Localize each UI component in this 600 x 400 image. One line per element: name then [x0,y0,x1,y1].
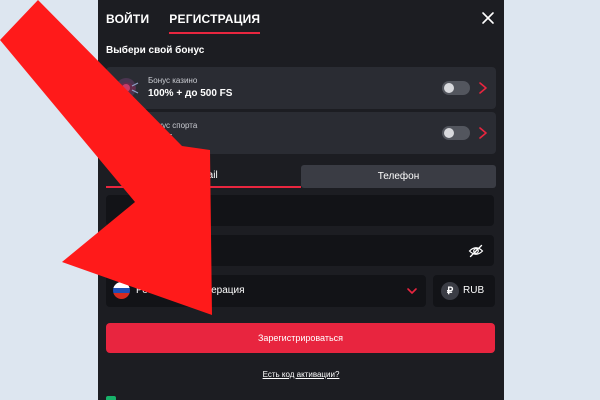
country-select[interactable]: Российская Федерация [106,275,426,307]
activation-code-link[interactable]: Есть код активации? [98,370,504,379]
bonus-card-sport[interactable]: Бонус спорта 150% [106,112,496,154]
register-button[interactable]: Зарегистрироваться [106,323,495,353]
eye-off-icon[interactable] [468,243,484,259]
bonus-section-title: Выбери свой бонус [106,45,205,56]
terms-checkbox[interactable] [106,396,116,400]
method-phone-tab[interactable]: Телефон [301,165,496,188]
email-field[interactable] [106,195,494,226]
casino-bonus-label: Бонус казино [148,76,198,85]
tab-register[interactable]: РЕГИСТРАЦИЯ [169,12,261,34]
casino-bonus-value: 100% + до 500 FS [148,88,233,99]
email-input[interactable] [106,195,494,226]
registration-modal: ВОЙТИ РЕГИСТРАЦИЯ Выбери свой бонус Бону… [98,0,504,400]
chevron-right-icon[interactable] [478,81,488,95]
casino-bonus-toggle[interactable] [442,81,470,95]
casino-bonus-icon [113,78,139,98]
chevron-right-icon[interactable] [478,126,488,140]
currency-code: RUB [463,285,485,296]
chevron-down-icon [407,288,417,294]
sport-bonus-value: 150% [148,133,174,144]
currency-select[interactable]: ₽ RUB [433,275,495,307]
registration-method-switch: E-mail Телефон [106,165,496,188]
auth-tabs: ВОЙТИ РЕГИСТРАЦИЯ [106,12,261,34]
country-name: Российская Федерация [136,285,245,296]
sport-bonus-label: Бонус спорта [148,121,198,130]
password-field[interactable] [106,235,494,266]
tab-login[interactable]: ВОЙТИ [106,12,149,34]
ruble-icon: ₽ [441,282,459,300]
sport-bonus-toggle[interactable] [442,126,470,140]
sport-bonus-icon [115,123,137,143]
russia-flag-icon [113,282,130,299]
close-icon[interactable] [480,10,496,26]
bonus-card-casino[interactable]: Бонус казино 100% + до 500 FS [106,67,496,109]
method-email-tab[interactable]: E-mail [106,165,301,188]
password-input[interactable] [106,235,494,266]
